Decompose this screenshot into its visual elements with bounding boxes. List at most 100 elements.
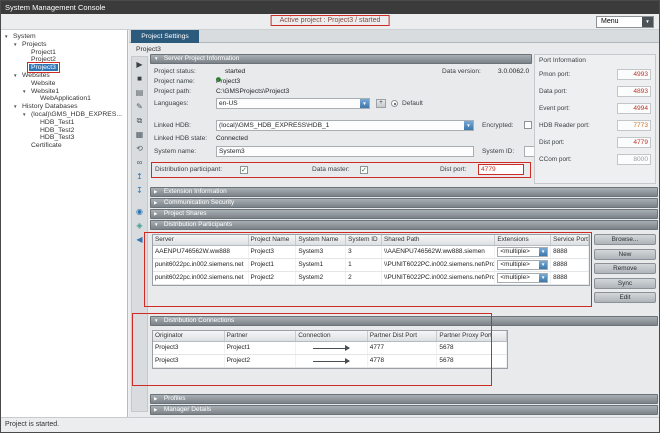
section-header-profiles[interactable]: ▶ Profiles xyxy=(150,394,658,404)
upgrade-project-icon[interactable]: ↥ xyxy=(132,170,147,183)
cell-originator: Project3 xyxy=(153,342,225,354)
cell-originator: Project3 xyxy=(153,355,225,367)
extensions-dropdown[interactable]: <multiple> ▼ xyxy=(497,260,548,270)
dist-port-field[interactable]: 4779 xyxy=(478,164,524,175)
cell-service-port: 8888 xyxy=(551,272,589,284)
section-title: Distribution Participants xyxy=(164,221,232,228)
new-button[interactable]: New xyxy=(594,249,656,260)
tree-item-project3[interactable]: Project3 xyxy=(1,64,127,72)
dropdown-arrow-icon[interactable]: ▼ xyxy=(464,121,473,130)
edit-project-icon[interactable]: ✎ xyxy=(132,100,147,113)
tree-item-projects[interactable]: ▼Projects xyxy=(1,41,127,49)
edit-button[interactable]: Edit xyxy=(594,292,656,303)
link-hdb-icon[interactable]: ∞ xyxy=(132,156,147,169)
tree-item-label: Websites xyxy=(20,72,52,79)
tree-item-certificate[interactable]: Certificate xyxy=(1,142,127,150)
toolbar-spacer xyxy=(132,197,147,204)
tree-expander-icon[interactable]: ▼ xyxy=(13,103,20,111)
tree-expander-icon[interactable]: ▼ xyxy=(22,111,29,119)
section-header-distribution-participants[interactable]: ▼ Distribution Participants xyxy=(150,220,658,230)
tree-item-local-hdb[interactable]: ▼(local)\GMS_HDB_EXPRES... xyxy=(1,111,127,119)
linked-hdb-dropdown[interactable]: (local)\GMS_HDB_EXPRESS\HDB_1 ▼ xyxy=(216,120,474,131)
tree-expander-icon[interactable]: ▼ xyxy=(22,88,29,96)
compress-project-icon[interactable]: ◈ xyxy=(132,219,147,232)
backup-project-icon[interactable]: ↧ xyxy=(132,184,147,197)
participants-row[interactable]: punit6022pc.in002.siemens.net Project2 S… xyxy=(153,272,589,285)
dropdown-arrow-icon[interactable]: ▼ xyxy=(539,261,547,269)
column-header-originator[interactable]: Originator xyxy=(153,331,225,341)
section-header-server-project-information[interactable]: ▼ Server Project Information xyxy=(150,54,532,64)
dist-port-info-value: 4779 xyxy=(617,137,651,148)
window-title: System Management Console xyxy=(5,3,105,12)
column-header-service-port[interactable]: Service Port xyxy=(551,235,589,245)
tree-item-label: HDB_Test1 xyxy=(38,119,76,126)
section-title: Distribution Connections xyxy=(164,317,234,324)
tree-expander-icon[interactable]: ▼ xyxy=(4,33,11,41)
start-project-icon[interactable]: ▶ xyxy=(132,58,147,71)
column-header-system-id[interactable]: System ID xyxy=(346,235,382,245)
column-header-partner-dist-port[interactable]: Partner Dist Port xyxy=(368,331,438,341)
dropdown-arrow-icon[interactable]: ▼ xyxy=(360,99,369,108)
column-header-connection[interactable]: Connection xyxy=(296,331,368,341)
project-path-value: C:\GMSProjects\Project3 xyxy=(216,88,289,95)
tree-item-website[interactable]: Website xyxy=(1,80,127,88)
distribution-participant-checkbox[interactable]: ✓ xyxy=(240,166,248,174)
save-project-icon[interactable]: ▦ xyxy=(132,128,147,141)
tree-item-project1[interactable]: Project1 xyxy=(1,49,127,57)
column-header-partner[interactable]: Partner xyxy=(225,331,297,341)
tree-expander-icon[interactable]: ▼ xyxy=(13,72,20,80)
encrypted-checkbox[interactable] xyxy=(524,121,532,129)
connections-row[interactable]: Project3 Project2 4778 5678 xyxy=(153,355,507,368)
browse-button[interactable]: Browse... xyxy=(594,234,656,245)
section-header-distribution-connections[interactable]: ▼ Distribution Connections xyxy=(150,316,658,326)
port-information-group: Port Information Pmon port: 4993 Data po… xyxy=(534,54,656,184)
cell-partner-proxy-port: 5678 xyxy=(437,355,507,367)
restore-project-icon[interactable]: ⟲ xyxy=(132,142,147,155)
section-header-communication-security[interactable]: ▶ Communication Security xyxy=(150,198,658,208)
languages-dropdown[interactable]: en-US ▼ xyxy=(216,98,370,109)
tree-item-hdb-test2[interactable]: HDB_Test2 xyxy=(1,127,127,135)
copy-project-icon[interactable]: ⧉ xyxy=(132,114,147,127)
tree-item-website1[interactable]: ▼Website1 xyxy=(1,88,127,96)
extensions-dropdown[interactable]: <multiple> ▼ xyxy=(497,273,548,283)
column-header-shared-path[interactable]: Shared Path xyxy=(382,235,495,245)
stop-project-icon[interactable]: ■ xyxy=(132,72,147,85)
back-icon[interactable]: ◀ xyxy=(132,233,147,246)
cell-partner-proxy-port: 5678 xyxy=(437,342,507,354)
participants-row[interactable]: punit6022pc.in002.siemens.net Project1 S… xyxy=(153,259,589,272)
cell-connection xyxy=(296,342,368,354)
default-language-radio[interactable] xyxy=(391,100,398,107)
menu-dropdown-arrow-icon[interactable]: ▼ xyxy=(642,17,653,27)
column-header-extensions[interactable]: Extensions xyxy=(495,235,551,245)
remove-button[interactable]: Remove xyxy=(594,263,656,274)
section-header-manager-details[interactable]: ▶ Manager Details xyxy=(150,405,658,415)
cell-partner-dist-port: 4778 xyxy=(368,355,438,367)
tree-item-hdb-test1[interactable]: HDB_Test1 xyxy=(1,119,127,127)
add-language-button[interactable]: + xyxy=(376,99,386,108)
dropdown-arrow-icon[interactable]: ▼ xyxy=(539,248,547,256)
data-master-checkbox[interactable]: ✓ xyxy=(360,166,368,174)
dropdown-arrow-icon[interactable]: ▼ xyxy=(539,274,547,282)
column-header-partner-proxy-port[interactable]: Partner Proxy Port xyxy=(437,331,507,341)
column-header-project-name[interactable]: Project Name xyxy=(249,235,297,245)
new-project-icon[interactable]: ▤ xyxy=(132,86,147,99)
column-header-system-name[interactable]: System Name xyxy=(296,235,346,245)
hdb-reader-port-label: HDB Reader port: xyxy=(539,122,617,129)
participants-row[interactable]: AAENPU746562W.ww888 Project3 System3 3 \… xyxy=(153,246,589,259)
tree-item-webapplication1[interactable]: WebApplication1 xyxy=(1,95,127,103)
tree-item-project2[interactable]: Project2 xyxy=(1,56,127,64)
tree-item-hdb-test3[interactable]: HDB_Test3 xyxy=(1,134,127,142)
sync-button[interactable]: Sync xyxy=(594,278,656,289)
tree-item-system[interactable]: ▼System xyxy=(1,33,127,41)
system-name-input[interactable]: System3 xyxy=(216,146,474,157)
section-header-project-shares[interactable]: ▶ Project Shares xyxy=(150,209,658,219)
tree-expander-icon[interactable]: ▼ xyxy=(13,41,20,49)
activate-project-icon[interactable]: ◉ xyxy=(132,205,147,218)
tree-item-websites[interactable]: ▼Websites xyxy=(1,72,127,80)
tree-item-history-databases[interactable]: ▼History Databases xyxy=(1,103,127,111)
section-header-extension-information[interactable]: ▶ Extension Information xyxy=(150,187,658,197)
menu-dropdown[interactable]: Menu ▼ xyxy=(596,16,654,28)
extensions-dropdown[interactable]: <multiple> ▼ xyxy=(497,247,548,257)
connections-row[interactable]: Project3 Project1 4777 5678 xyxy=(153,342,507,355)
column-header-server[interactable]: Server xyxy=(153,235,249,245)
